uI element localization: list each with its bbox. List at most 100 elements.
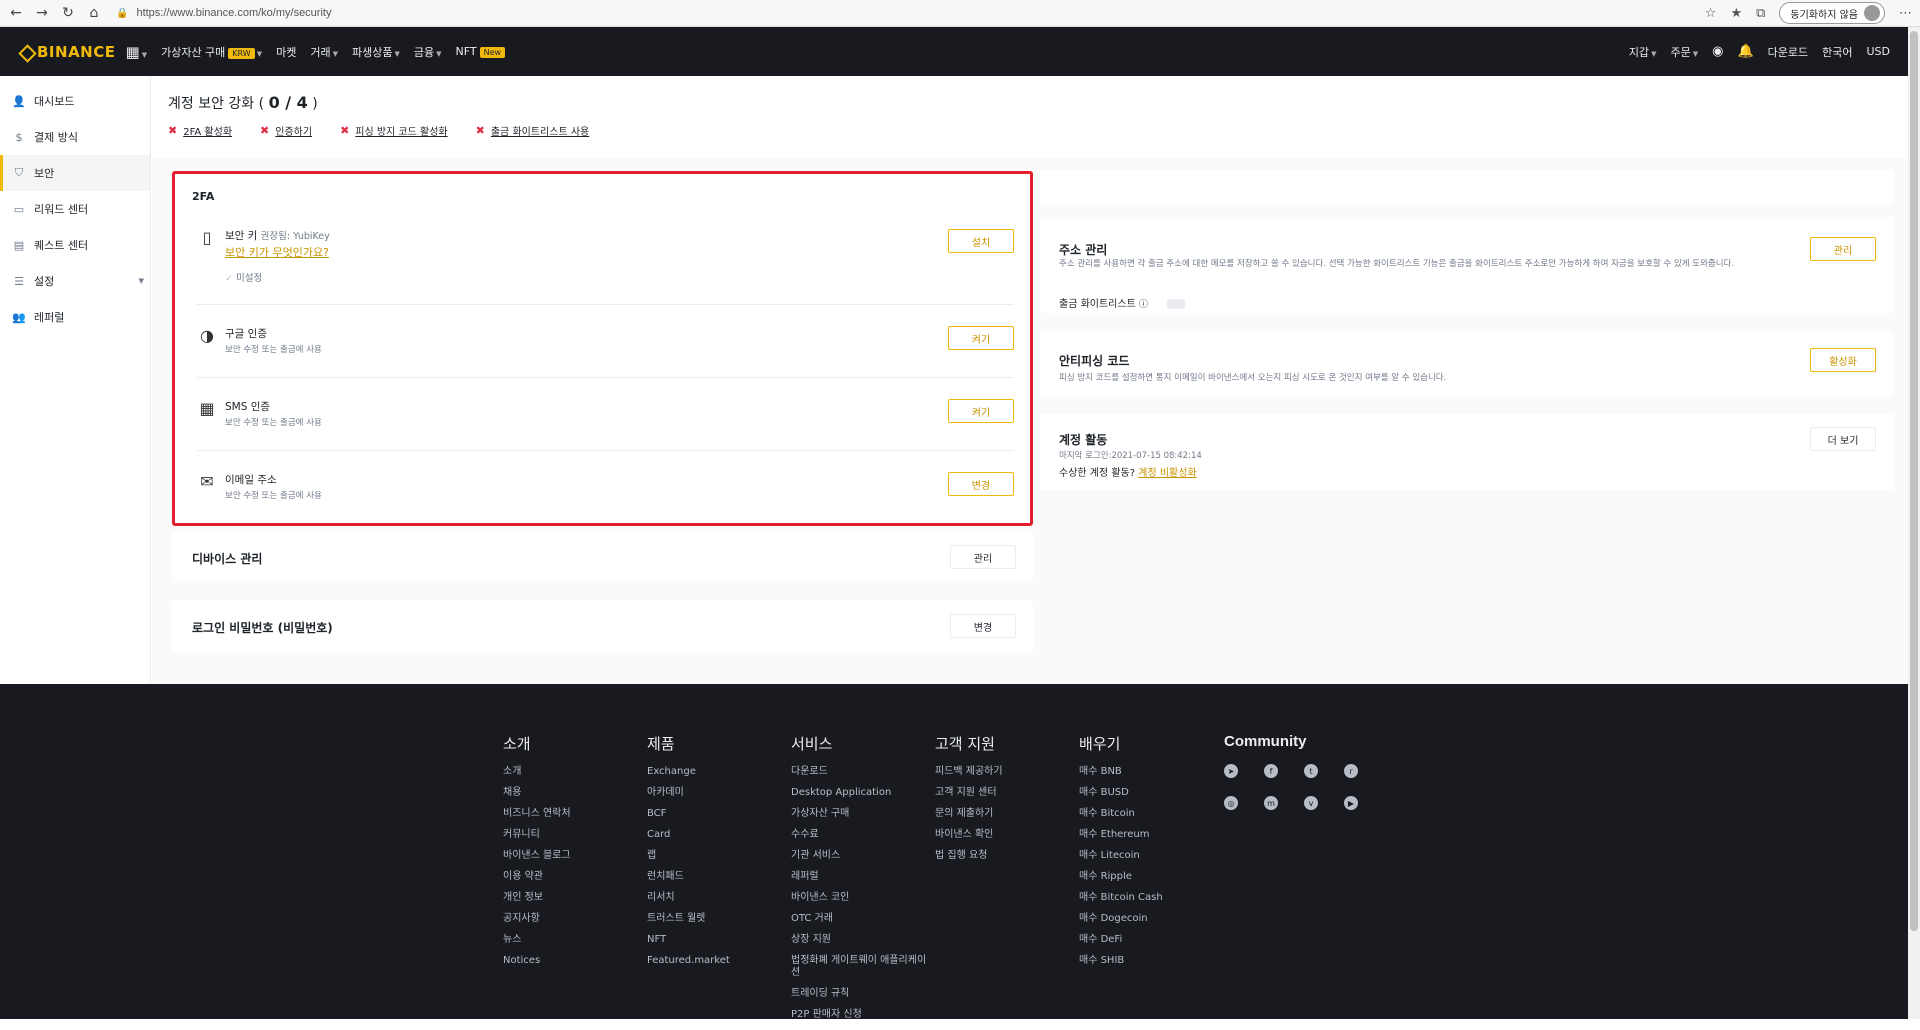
- nav-nft[interactable]: NFT New: [455, 45, 506, 58]
- binance-logo[interactable]: BINANCE: [18, 43, 116, 61]
- back-icon[interactable]: ←: [6, 5, 26, 21]
- footer-link[interactable]: 아카데미: [647, 787, 797, 808]
- footer-link[interactable]: 문의 제출하기: [935, 808, 1085, 829]
- address-bar[interactable]: 🔒 https://www.binance.com/ko/my/security: [116, 7, 1705, 19]
- apps-grid-icon[interactable]: ▦ ▼: [126, 43, 148, 61]
- activity-more-button[interactable]: 더 보기: [1810, 427, 1876, 451]
- footer-link[interactable]: 비즈니스 연락처: [503, 808, 653, 829]
- todo-2fa[interactable]: ✖ 2FA 활성화: [168, 123, 232, 138]
- sidebar-item-payment[interactable]: $ 결제 방식: [0, 119, 150, 155]
- device-manage-button[interactable]: 관리: [950, 545, 1016, 569]
- facebook-icon[interactable]: f: [1264, 764, 1278, 778]
- footer-link[interactable]: 매수 Litecoin: [1079, 850, 1229, 871]
- footer-link[interactable]: 채용: [503, 787, 653, 808]
- sidebar-item-referral[interactable]: 👥 레퍼럴: [0, 299, 150, 335]
- footer-link[interactable]: 커뮤니티: [503, 829, 653, 850]
- footer-link[interactable]: 매수 Bitcoin Cash: [1079, 892, 1229, 913]
- footer-link[interactable]: 매수 Ripple: [1079, 871, 1229, 892]
- footer-link[interactable]: 바이낸스 확인: [935, 829, 1085, 850]
- footer-link[interactable]: 뉴스: [503, 934, 653, 955]
- reddit-icon[interactable]: r: [1344, 764, 1358, 778]
- favorite-add-icon[interactable]: ☆: [1705, 6, 1717, 21]
- footer-link[interactable]: 법정화폐 게이트웨이 애플리케이션: [791, 955, 931, 988]
- footer-link[interactable]: 매수 Ethereum: [1079, 829, 1229, 850]
- footer-link[interactable]: 레퍼럴: [791, 871, 941, 892]
- bell-icon[interactable]: 🔔: [1737, 44, 1753, 59]
- footer-link[interactable]: 트레이딩 규칙: [791, 988, 941, 1009]
- footer-link[interactable]: 매수 Bitcoin: [1079, 808, 1229, 829]
- footer-link[interactable]: 트러스트 월렛: [647, 913, 797, 934]
- favorites-icon[interactable]: ★: [1730, 6, 1742, 21]
- footer-link[interactable]: 이용 약관: [503, 871, 653, 892]
- scrollbar-thumb[interactable]: [1910, 31, 1918, 931]
- nav-finance[interactable]: 금융 ▼: [414, 44, 442, 60]
- footer-link[interactable]: OTC 거래: [791, 913, 941, 934]
- whitelist-toggle[interactable]: [1165, 299, 1186, 309]
- reload-icon[interactable]: ↻: [58, 5, 78, 21]
- footer-link[interactable]: 소개: [503, 766, 653, 787]
- nav-download[interactable]: 다운로드: [1768, 44, 1808, 60]
- todo-antiphishing[interactable]: ✖ 피싱 방지 코드 활성화: [340, 123, 448, 138]
- footer-link[interactable]: 매수 Dogecoin: [1079, 913, 1229, 934]
- sidebar-item-dashboard[interactable]: 👤 대시보드: [0, 83, 150, 119]
- footer-link[interactable]: Notices: [503, 955, 653, 976]
- footer-link[interactable]: 바이낸스 블로그: [503, 850, 653, 871]
- more-icon[interactable]: ⋯: [1899, 6, 1912, 21]
- email-change-button[interactable]: 변경: [948, 472, 1014, 496]
- forward-icon[interactable]: →: [32, 5, 52, 21]
- footer-link[interactable]: Featured.market: [647, 955, 797, 976]
- footer-link[interactable]: 랩: [647, 850, 797, 871]
- collections-icon[interactable]: ⧉: [1756, 6, 1765, 21]
- footer-link[interactable]: 런치패드: [647, 871, 797, 892]
- vk-icon[interactable]: v: [1304, 796, 1318, 810]
- footer-link[interactable]: 고객 지원 센터: [935, 787, 1085, 808]
- deactivate-link[interactable]: 계정 비활성화: [1138, 468, 1196, 479]
- youtube-icon[interactable]: ▶: [1344, 796, 1358, 810]
- todo-verify[interactable]: ✖ 인증하기: [260, 123, 312, 138]
- footer-link[interactable]: 수수료: [791, 829, 941, 850]
- footer-link[interactable]: Exchange: [647, 766, 797, 787]
- footer-link[interactable]: 개인 정보: [503, 892, 653, 913]
- sidebar-item-settings[interactable]: ☰ 설정 ▼: [0, 263, 150, 299]
- install-button[interactable]: 설치: [948, 229, 1014, 253]
- url-text[interactable]: https://www.binance.com/ko/my/security: [136, 7, 331, 19]
- footer-link[interactable]: 상장 지원: [791, 934, 941, 955]
- instagram-icon[interactable]: ◎: [1224, 796, 1238, 810]
- telegram-icon[interactable]: ➤: [1224, 764, 1238, 778]
- google-enable-button[interactable]: 켜기: [948, 326, 1014, 350]
- footer-link[interactable]: Card: [647, 829, 797, 850]
- sidebar-item-quest[interactable]: ▤ 퀘스트 센터: [0, 227, 150, 263]
- footer-link[interactable]: 피드백 제공하기: [935, 766, 1085, 787]
- nav-derivatives[interactable]: 파생상품 ▼: [352, 44, 400, 60]
- footer-link[interactable]: BCF: [647, 808, 797, 829]
- sidebar-item-rewards[interactable]: ▭ 리워드 센터: [0, 191, 150, 227]
- footer-link[interactable]: 바이낸스 코인: [791, 892, 941, 913]
- nav-trade[interactable]: 거래 ▼: [310, 44, 338, 60]
- footer-link[interactable]: 매수 DeFi: [1079, 934, 1229, 955]
- account-icon[interactable]: ◉: [1712, 44, 1723, 59]
- nav-language[interactable]: 한국어: [1822, 44, 1852, 60]
- profile-sync-button[interactable]: 동기화하지 않음: [1779, 2, 1885, 24]
- footer-link[interactable]: 기관 서비스: [791, 850, 941, 871]
- nav-markets[interactable]: 마켓: [276, 44, 296, 60]
- nav-wallet[interactable]: 지갑 ▼: [1629, 44, 1657, 60]
- twitter-icon[interactable]: t: [1304, 764, 1318, 778]
- address-manage-button[interactable]: 관리: [1810, 237, 1876, 261]
- coinmarketcap-icon[interactable]: m: [1264, 796, 1278, 810]
- footer-link[interactable]: 매수 BNB: [1079, 766, 1229, 787]
- password-change-button[interactable]: 변경: [950, 614, 1016, 638]
- footer-link[interactable]: 매수 SHIB: [1079, 955, 1229, 976]
- sms-enable-button[interactable]: 켜기: [948, 399, 1014, 423]
- antiphishing-enable-button[interactable]: 활성화: [1810, 348, 1876, 372]
- scrollbar[interactable]: [1908, 27, 1920, 1019]
- security-key-help-link[interactable]: 보안 키가 무엇인가요?: [225, 244, 330, 260]
- sidebar-item-security[interactable]: ⛉ 보안: [0, 155, 150, 191]
- footer-link[interactable]: 가상자산 구매: [791, 808, 941, 829]
- nav-currency[interactable]: USD: [1866, 45, 1890, 58]
- nav-orders[interactable]: 주문 ▼: [1670, 44, 1698, 60]
- footer-link[interactable]: 다운로드: [791, 766, 941, 787]
- todo-whitelist[interactable]: ✖ 출금 화이트리스트 사용: [476, 123, 590, 138]
- footer-link[interactable]: NFT: [647, 934, 797, 955]
- footer-link[interactable]: 리서치: [647, 892, 797, 913]
- nav-buy-crypto[interactable]: 가상자산 구매 KRW ▼: [161, 44, 262, 60]
